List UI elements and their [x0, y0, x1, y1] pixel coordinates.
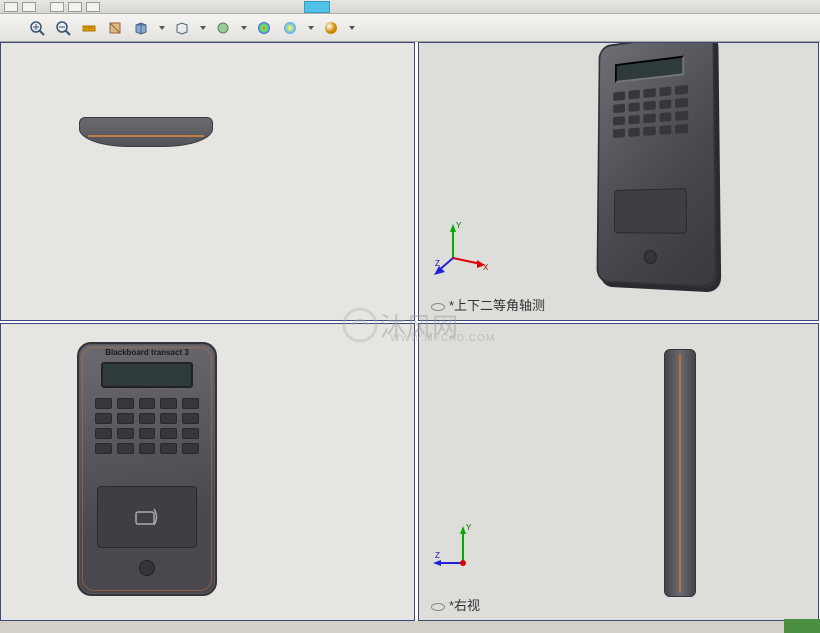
viewport-bottom-left[interactable]: Blackboard transact 3: [0, 323, 415, 621]
view-label: *上下二等角轴测: [431, 295, 545, 314]
model-side-view: [664, 349, 696, 597]
svg-text:Z: Z: [435, 259, 440, 268]
color-sphere-icon[interactable]: [255, 19, 273, 37]
viewport-bottom-right[interactable]: Y Z *右视: [418, 323, 819, 621]
dropdown-arrow-icon[interactable]: [200, 26, 206, 30]
ruler-icon[interactable]: [80, 19, 98, 37]
zoom-out-icon[interactable]: [54, 19, 72, 37]
dropdown-arrow-icon[interactable]: [159, 26, 165, 30]
color-sphere2-icon[interactable]: [281, 19, 299, 37]
axis-triad: Y Z: [433, 518, 493, 578]
display-style-icon[interactable]: [173, 19, 191, 37]
view-label: *右视: [431, 595, 480, 614]
dropdown-arrow-icon[interactable]: [349, 26, 355, 30]
device-card-reader: [97, 486, 197, 548]
menu-dropdown-3[interactable]: [50, 2, 64, 12]
axis-triad: Y X Z: [433, 218, 493, 278]
dropdown-arrow-icon[interactable]: [308, 26, 314, 30]
svg-text:Y: Y: [456, 221, 462, 230]
device-home-button: [139, 560, 155, 576]
menu-dropdown-1[interactable]: [4, 2, 18, 12]
svg-text:X: X: [483, 263, 489, 272]
status-corner: [784, 619, 820, 633]
device-brand: Blackboard transact 3: [79, 348, 215, 357]
viewport-top-right[interactable]: Y X Z *上下二等角轴测: [418, 42, 819, 321]
device-lcd: [101, 362, 193, 388]
model-front-view: Blackboard transact 3: [77, 342, 217, 596]
svg-text:Y: Y: [466, 523, 472, 532]
menu-dropdown-5[interactable]: [86, 2, 100, 12]
device-keypad: [95, 398, 199, 454]
menu-dropdown-2[interactable]: [22, 2, 36, 12]
view-toolbar: [0, 14, 820, 42]
model-isometric-view: [589, 42, 739, 305]
tab-active[interactable]: [304, 1, 330, 13]
svg-text:Z: Z: [435, 551, 440, 560]
box-icon[interactable]: [132, 19, 150, 37]
menu-bar: [0, 0, 820, 14]
appearance-icon[interactable]: [214, 19, 232, 37]
menu-dropdown-4[interactable]: [68, 2, 82, 12]
dropdown-arrow-icon[interactable]: [241, 26, 247, 30]
section-icon[interactable]: [106, 19, 124, 37]
viewport-quad: Y X Z *上下二等角轴测 Blackboard transact 3: [0, 42, 820, 621]
zoom-in-icon[interactable]: [28, 19, 46, 37]
viewport-top-left[interactable]: [0, 42, 415, 321]
model-top-view: [79, 117, 213, 147]
gold-sphere-icon[interactable]: [322, 19, 340, 37]
